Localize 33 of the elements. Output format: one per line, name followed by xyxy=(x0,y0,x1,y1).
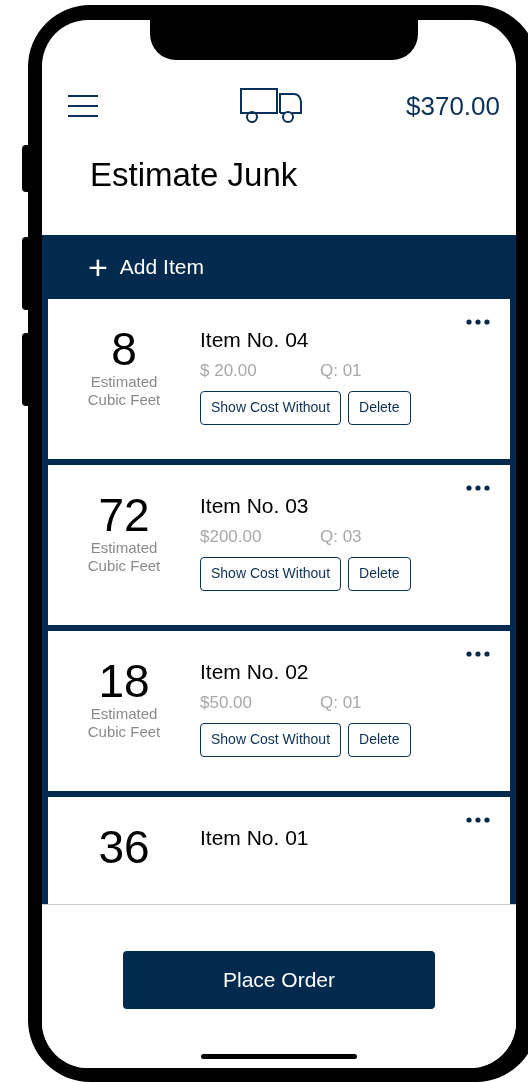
cubic-feet-label: Estimated Cubic Feet xyxy=(86,539,162,575)
item-name: Item No. 04 xyxy=(200,327,310,353)
menu-button[interactable] xyxy=(68,95,98,117)
show-cost-button[interactable]: Show Cost Without xyxy=(200,556,342,591)
cubic-feet-value: 72 xyxy=(98,491,150,539)
more-icon[interactable] xyxy=(466,817,490,823)
delete-button[interactable]: Delete xyxy=(348,390,411,425)
item-quantity: Q: 03 xyxy=(320,526,362,548)
item-quantity: Q: 01 xyxy=(320,360,362,382)
item-name: Item No. 01 xyxy=(200,825,309,851)
show-cost-button[interactable]: Show Cost Without xyxy=(200,722,342,757)
more-icon[interactable] xyxy=(466,651,490,657)
show-cost-button[interactable]: Show Cost Without xyxy=(200,390,342,425)
truck-icon xyxy=(240,88,304,124)
cubic-feet-label: Estimated Cubic Feet xyxy=(86,373,162,409)
order-total: $370.00 xyxy=(406,89,500,123)
page-title: Estimate Junk xyxy=(89,155,299,195)
place-order-button[interactable]: Place Order xyxy=(123,951,435,1009)
delete-button[interactable]: Delete xyxy=(348,556,411,591)
item-price: $50.00 xyxy=(200,692,253,714)
cubic-feet-value: 8 xyxy=(111,325,137,373)
more-icon[interactable] xyxy=(466,485,490,491)
delete-button[interactable]: Delete xyxy=(348,722,411,757)
item-price: $ 20.00 xyxy=(200,360,258,382)
add-item-button[interactable]: + Add Item xyxy=(42,235,516,298)
cubic-feet-value: 18 xyxy=(98,657,150,705)
more-icon[interactable] xyxy=(466,319,490,325)
item-price: $200.00 xyxy=(200,526,263,548)
item-name: Item No. 02 xyxy=(200,659,310,685)
cubic-feet-value: 36 xyxy=(98,823,150,871)
item-name: Item No. 03 xyxy=(200,493,310,519)
cubic-feet-label: Estimated Cubic Feet xyxy=(86,705,162,741)
item-quantity: Q: 01 xyxy=(320,692,362,714)
